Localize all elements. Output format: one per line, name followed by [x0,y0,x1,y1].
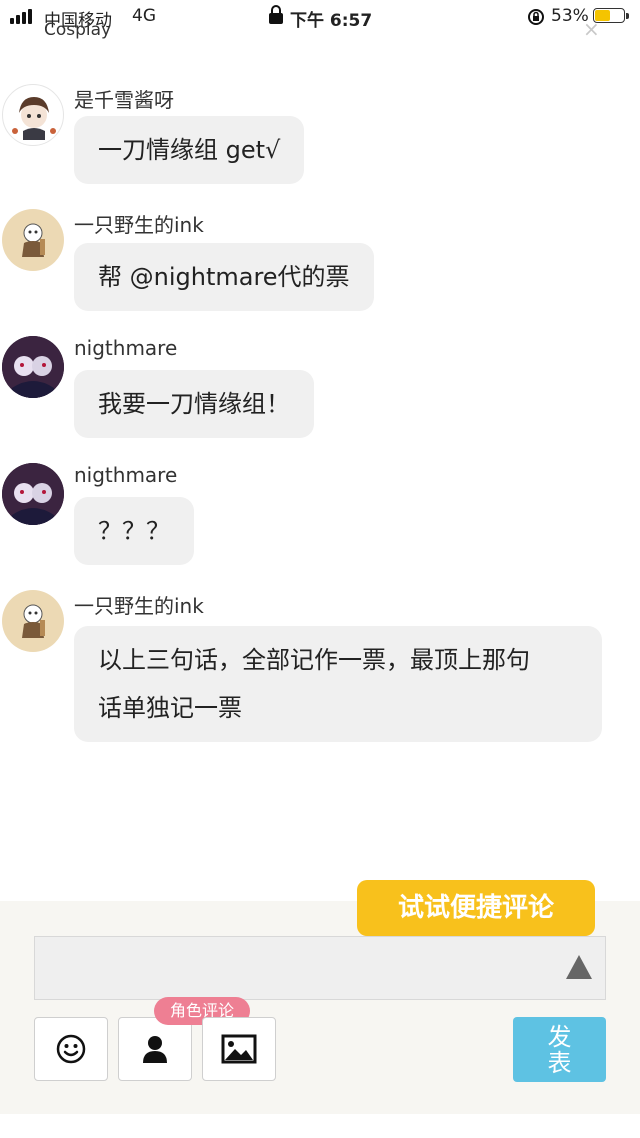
sender-name: 一只野生的ink [74,594,204,618]
network-label: 4G [132,6,156,26]
send-button[interactable]: 发 表 [513,1017,606,1082]
page-subtitle: Cosplay [44,20,112,40]
emoji-icon [56,1034,86,1064]
expand-triangle-icon[interactable] [566,955,592,979]
message-bubble: ？？？ [74,497,194,565]
sender-name: 一只野生的ink [74,213,204,237]
role-comment-button[interactable] [118,1017,192,1081]
message-bubble: 帮 @nightmare代的票 [74,243,374,311]
send-label-line2: 表 [547,1048,572,1077]
lock-icon [268,4,284,31]
comment-input[interactable] [34,936,606,1000]
message-bubble: 一刀情缘组 get√ [74,116,305,184]
ink-sans-avatar[interactable] [2,590,64,652]
send-label-line1: 发 [547,1022,572,1051]
nightmare-avatar[interactable] [2,463,64,525]
sender-name: nigthmare [74,463,178,487]
orientation-lock-icon [527,8,545,31]
nightmare-avatar[interactable] [2,336,64,398]
clock: 下午 6:57 [290,11,373,31]
ink-sans-avatar[interactable] [2,209,64,271]
close-icon[interactable]: × [583,17,600,41]
anime-girl-avatar[interactable] [2,84,64,146]
message-line: 以上三句话，全部记作一票，最顶上那句 [98,646,530,674]
signal-icon [10,9,32,24]
message-bubble: 以上三句话，全部记作一票，最顶上那句 话单独记一票 [74,626,602,742]
emoji-button[interactable] [34,1017,108,1081]
image-icon [221,1034,257,1064]
message-bubble: 我要一刀情缘组！ [74,370,314,438]
quick-comment-tooltip[interactable]: 试试便捷评论 [357,880,595,936]
sender-name: nigthmare [74,336,178,360]
sender-name: 是千雪酱呀 [74,88,174,112]
message-line: 话单独记一票 [98,694,242,722]
person-icon [143,1036,167,1063]
image-button[interactable] [202,1017,276,1081]
